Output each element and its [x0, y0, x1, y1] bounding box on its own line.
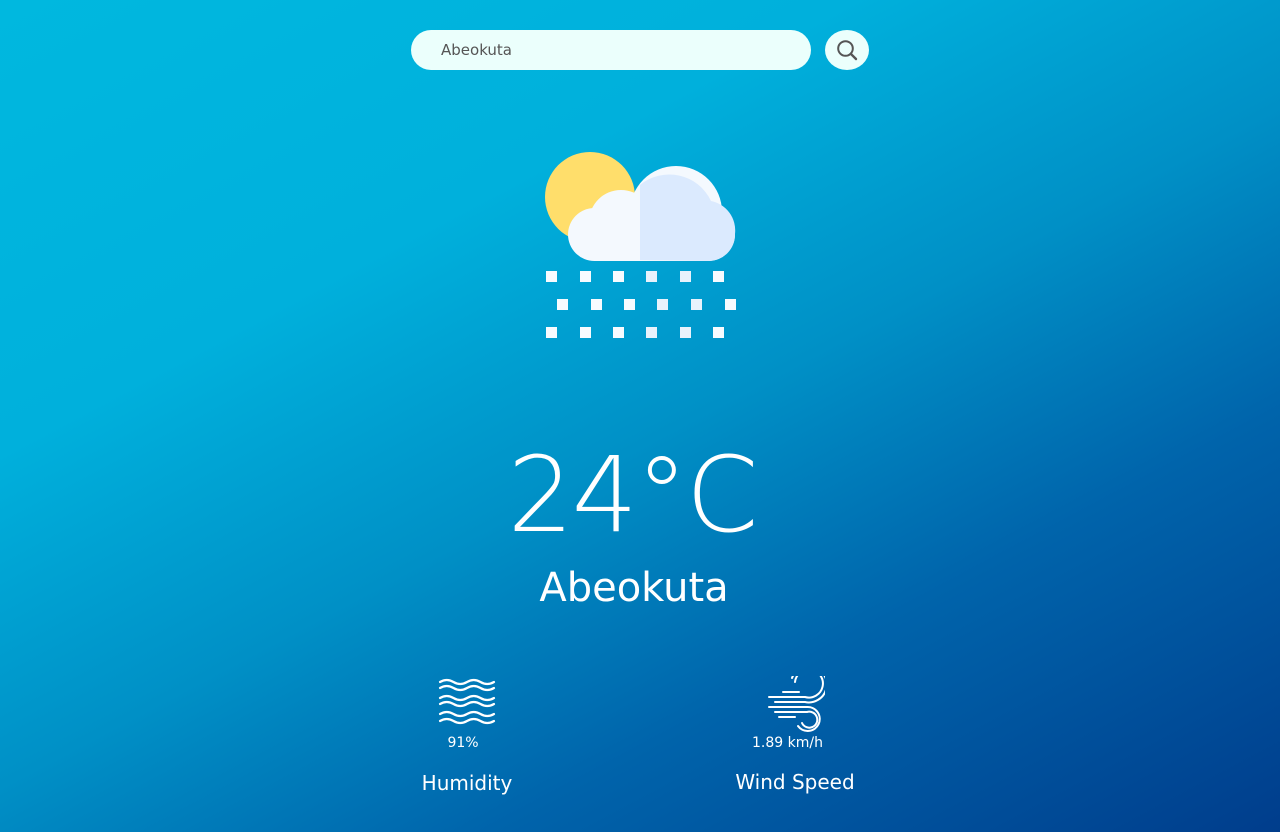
- snowflake-dot: [646, 271, 657, 282]
- snowflake-dot: [713, 271, 724, 282]
- sun-cloud-snow-icon: [545, 152, 736, 338]
- snowflake-dot: [680, 327, 691, 338]
- snowflake-dot: [725, 299, 736, 310]
- snowflake-dot: [546, 327, 557, 338]
- humidity-panel: 91% Humidity: [390, 676, 544, 796]
- snowflake-dot: [580, 327, 591, 338]
- city-name: Abeokuta: [539, 565, 729, 611]
- snowflake-dot: [680, 271, 691, 282]
- search-button[interactable]: [825, 30, 869, 70]
- snowflake-dot: [546, 271, 557, 282]
- search-icon: [837, 40, 858, 61]
- snowflake-dot: [613, 271, 624, 282]
- snowflake-dot: [691, 299, 702, 310]
- snowflake-dot: [591, 299, 602, 310]
- snowflake-dot: [624, 299, 635, 310]
- snowflake-dot: [613, 327, 624, 338]
- wind-speed-label: Wind Speed: [735, 770, 855, 794]
- wind-icon: [768, 676, 825, 732]
- snowflake-dot: [646, 327, 657, 338]
- snowflake-dot: [657, 299, 668, 310]
- humidity-value: 91%: [447, 735, 479, 751]
- city-search-input[interactable]: [411, 30, 811, 70]
- snowflake-dot: [713, 327, 724, 338]
- humidity-waves-icon: [438, 678, 496, 725]
- wind-speed-value: 1.89 km/h: [752, 735, 823, 751]
- wind-panel: 1.89 km/h Wind Speed: [715, 676, 875, 795]
- snowflake-dot: [557, 299, 568, 310]
- snowflake-dot: [580, 271, 591, 282]
- temperature-reading: 24°C: [507, 434, 759, 556]
- humidity-label: Humidity: [421, 771, 513, 795]
